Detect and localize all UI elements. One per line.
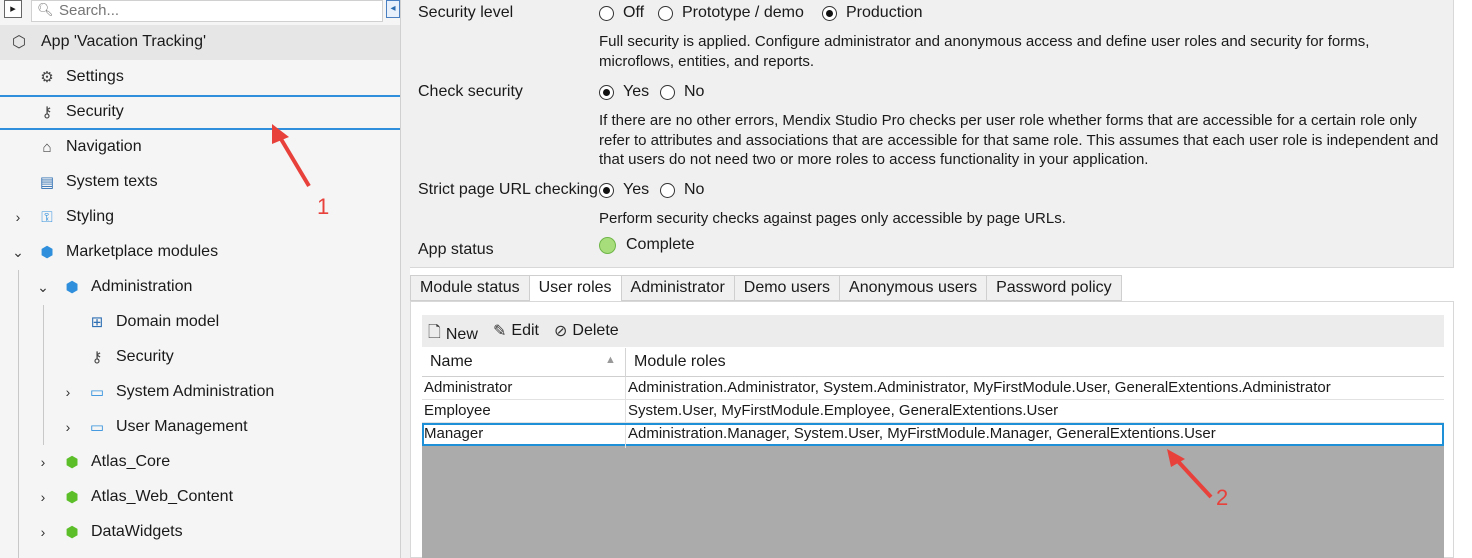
annotation-label-2: 2 bbox=[1216, 485, 1229, 510]
annotation-arrow-2 bbox=[1167, 449, 1213, 499]
